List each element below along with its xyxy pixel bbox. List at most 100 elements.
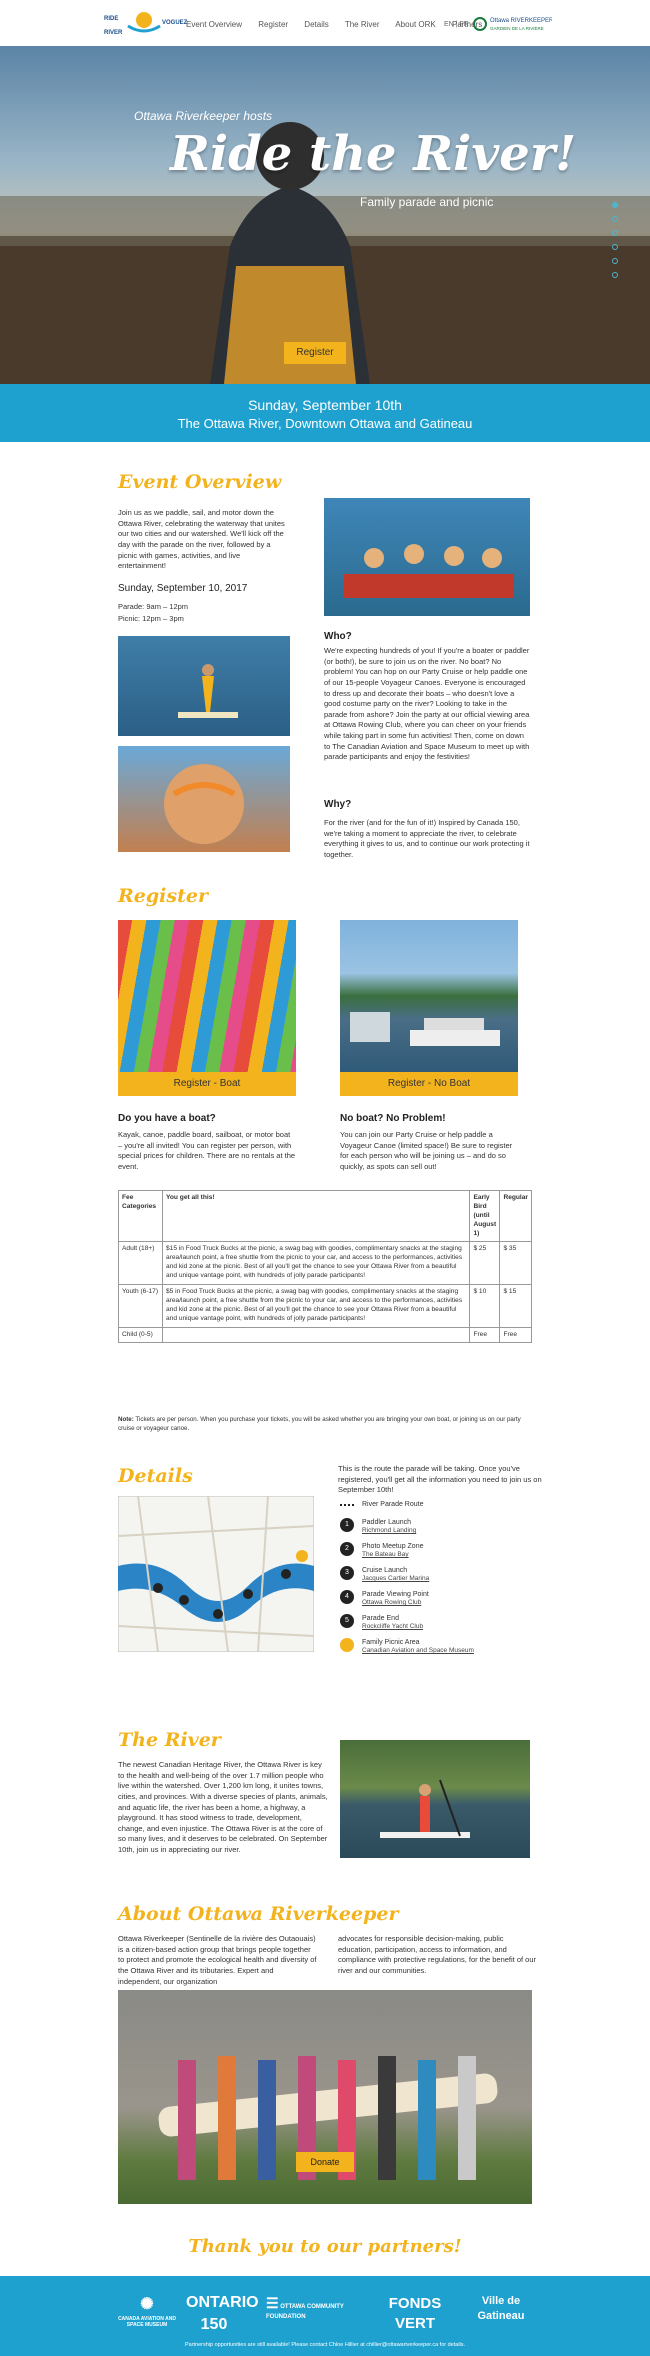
- partners-heading: Thank you to our partners!: [188, 2236, 462, 2257]
- noboat-heading: No boat? No Problem!: [340, 1113, 446, 1124]
- stop-number: 1: [340, 1518, 354, 1532]
- overview-date: Sunday, September 10, 2017: [118, 583, 248, 594]
- dot-nav-item[interactable]: [612, 244, 618, 250]
- stop-title: Photo Meetup Zone: [362, 1543, 424, 1550]
- register-boat-button[interactable]: Register - Boat: [118, 1072, 296, 1096]
- table-cell: $5 in Food Truck Bucks at the picnic, a …: [161, 1284, 471, 1328]
- who-heading: Who?: [324, 631, 352, 642]
- dot-nav-item[interactable]: [612, 216, 618, 222]
- route-stop: 1 Paddler Launch Richmond Landing: [338, 1518, 548, 1542]
- ocf-icon: ☰: [266, 2295, 279, 2311]
- register-noboat-button[interactable]: Register - No Boat: [340, 1072, 518, 1096]
- route-stop: 5 Parade End Rockcliffe Yacht Club: [338, 1614, 548, 1638]
- about-heading: About Ottawa Riverkeeper: [118, 1903, 399, 1925]
- route-stop: 3 Cruise Launch Jacques Cartier Marina: [338, 1566, 548, 1590]
- route-stop: Family Picnic Area Canadian Aviation and …: [338, 1638, 548, 1662]
- picnic-marker-icon: [340, 1638, 354, 1652]
- nav-register[interactable]: Register: [258, 20, 288, 29]
- stop-place-link[interactable]: Richmond Landing: [362, 1527, 548, 1536]
- route-map[interactable]: [118, 1496, 314, 1652]
- partner-logo-fonds-vert[interactable]: FONDS VERT: [380, 2294, 450, 2335]
- stop-place-link[interactable]: Canadian Aviation and Space Museum: [362, 1647, 548, 1656]
- hero-title: Ride the River!: [170, 126, 577, 182]
- stop-number: 5: [340, 1614, 354, 1628]
- canoe-group-photo: [324, 498, 530, 616]
- stop-number: 4: [340, 1590, 354, 1604]
- table-cell: Adult (18+): [118, 1241, 163, 1286]
- why-text: For the river (and for the fun of it!) I…: [324, 818, 530, 859]
- table-cell: $15 in Food Truck Bucks at the picnic, a…: [161, 1241, 471, 1286]
- hero-photo-kayaker: [0, 122, 650, 384]
- paddleboard-photo: [118, 636, 290, 736]
- fees-note-text: Tickets are per person. When you purchas…: [118, 1416, 521, 1432]
- partner-logo-ontario150[interactable]: ONTARIO 150: [186, 2292, 259, 2335]
- partner-logo-gatineau[interactable]: Ville de Gatineau: [466, 2294, 536, 2324]
- top-nav: RIDE RIVER VOGUEZ Event Overview Registe…: [0, 0, 650, 46]
- kayaks-photo: [118, 920, 296, 1072]
- dot-nav-item[interactable]: [612, 272, 618, 278]
- noboat-text: You can join our Party Cruise or help pa…: [340, 1130, 513, 1171]
- aviation-museum-icon: ✺: [140, 2296, 154, 2313]
- table-cell: Free: [499, 1326, 532, 1344]
- table-row: Youth (6-17) $5 in Food Truck Bucks at t…: [118, 1284, 532, 1328]
- fees-table: Fee Categories You get all this! Early B…: [118, 1189, 532, 1344]
- svg-text:RIVER: RIVER: [104, 30, 123, 36]
- table-header-row: Fee Categories You get all this! Early B…: [118, 1189, 532, 1243]
- donate-button[interactable]: Donate: [296, 2152, 354, 2172]
- overview-heading: Event Overview: [118, 471, 282, 493]
- dotted-line-icon: [340, 1504, 354, 1506]
- svg-text:VOGUEZ: VOGUEZ: [162, 20, 188, 26]
- legend-route-label: River Parade Route: [362, 1501, 424, 1508]
- event-location: The Ottawa River, Downtown Ottawa and Ga…: [177, 415, 473, 431]
- boat-text: Kayak, canoe, paddle board, sailboat, or…: [118, 1130, 296, 1171]
- svg-text:Ottawa RIVERKEEPER: Ottawa RIVERKEEPER: [490, 18, 552, 24]
- stop-place-link[interactable]: Rockcliffe Yacht Club: [362, 1623, 548, 1632]
- canoe-group-figures: [344, 544, 514, 598]
- river-heading: The River: [118, 1729, 221, 1751]
- child-face: [164, 764, 244, 844]
- table-cell: $ 10: [469, 1284, 501, 1328]
- dot-nav-item[interactable]: [612, 202, 618, 208]
- dot-nav-item[interactable]: [612, 258, 618, 264]
- partner-logo-aviation-museum[interactable]: ✺ CANADA AVIATION AND SPACE MUSEUM: [112, 2294, 182, 2329]
- overview-picnic-time: Picnic: 12pm – 3pm: [118, 614, 184, 623]
- riverkeeper-logo[interactable]: Ottawa RIVERKEEPER GARDIEN DE LA RIVIÈRE: [472, 10, 552, 38]
- stop-title: Parade Viewing Point: [362, 1591, 429, 1598]
- hero-register-button[interactable]: Register: [284, 342, 346, 364]
- table-cell: $ 35: [499, 1241, 532, 1286]
- stop-title: Parade End: [362, 1615, 399, 1622]
- stop-place-link[interactable]: The Bateau Bay: [362, 1551, 548, 1560]
- partners-footnote: Partnership opportunities are still avai…: [184, 2342, 466, 2348]
- fees-note: Note: Tickets are per person. When you p…: [118, 1416, 532, 1434]
- stop-place-link[interactable]: Jacques Cartier Marina: [362, 1575, 548, 1584]
- about-col2: advocates for responsible decision-makin…: [338, 1934, 537, 1975]
- register-heading: Register: [118, 885, 208, 907]
- table-cell: Child (0-5): [118, 1326, 163, 1344]
- why-heading: Why?: [324, 799, 352, 810]
- table-header: Fee Categories: [118, 1189, 163, 1243]
- partner-logo-ocf[interactable]: ☰ OTTAWA COMMUNITY FOUNDATION: [266, 2294, 346, 2321]
- svg-text:RIDE: RIDE: [104, 16, 118, 22]
- paddleboard-child-photo: [340, 1740, 530, 1858]
- stop-title: Family Picnic Area: [362, 1639, 420, 1646]
- nav-details[interactable]: Details: [304, 20, 328, 29]
- table-cell: Youth (6-17): [118, 1284, 163, 1328]
- overview-parade-time: Parade: 9am – 12pm: [118, 602, 189, 611]
- site-logo[interactable]: RIDE RIVER VOGUEZ: [96, 6, 192, 42]
- partners-footer: ✺ CANADA AVIATION AND SPACE MUSEUM ONTAR…: [0, 2276, 650, 2356]
- nav-the-river[interactable]: The River: [345, 20, 380, 29]
- stop-place-link[interactable]: Ottawa Rowing Club: [362, 1599, 548, 1608]
- table-cell: [161, 1326, 471, 1344]
- stop-title: Cruise Launch: [362, 1567, 408, 1574]
- about-col1: Ottawa Riverkeeper (Sentinelle de la riv…: [118, 1934, 317, 1986]
- nav-about-ork[interactable]: About ORK: [395, 20, 435, 29]
- dot-nav-item[interactable]: [612, 230, 618, 236]
- cruise-boat-figure: [350, 1012, 500, 1046]
- who-text: We're expecting hundreds of you! If you'…: [324, 646, 530, 762]
- stop-number: 3: [340, 1566, 354, 1580]
- fees-note-label: Note:: [118, 1416, 134, 1423]
- nav-event-overview[interactable]: Event Overview: [186, 20, 242, 29]
- language-switch[interactable]: EN | FR: [444, 20, 469, 29]
- paddleboard-figure: [178, 664, 238, 718]
- hero-subtitle: Ottawa Riverkeeper hosts: [134, 109, 273, 123]
